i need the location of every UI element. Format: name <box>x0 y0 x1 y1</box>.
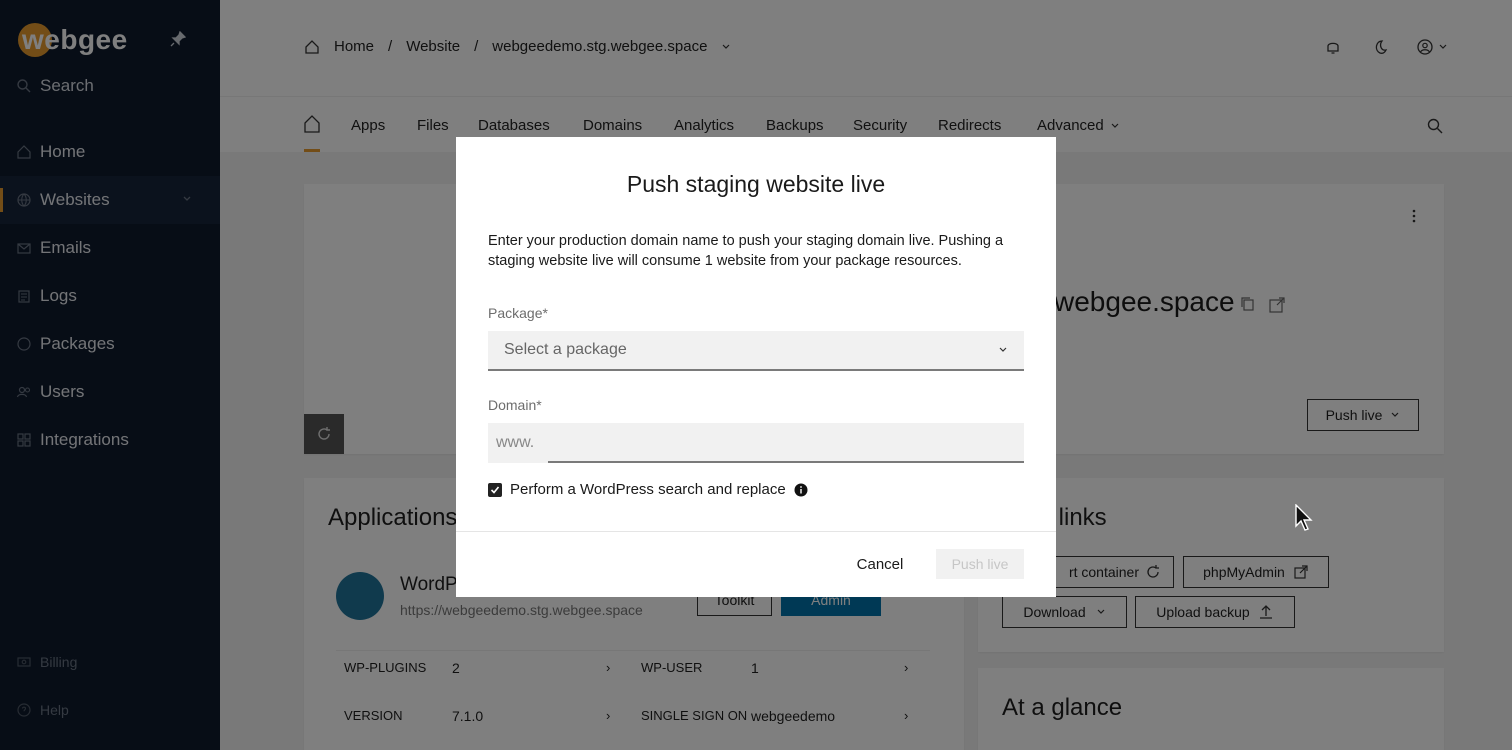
push-live-button[interactable]: Push live <box>936 549 1024 579</box>
domain-label: Domain* <box>488 397 542 413</box>
search-replace-checkbox[interactable] <box>488 482 502 497</box>
modal-title: Push staging website live <box>626 171 886 197</box>
package-label: Package* <box>488 305 548 321</box>
mouse-cursor-icon <box>1295 504 1313 531</box>
chevron-down-icon <box>999 347 1007 352</box>
modal-description: Enter your production domain name to pus… <box>488 233 1004 269</box>
domain-input[interactable] <box>548 423 1024 463</box>
package-select-value: Select a package <box>504 341 627 358</box>
modal-footer-divider <box>456 531 1056 532</box>
cancel-button[interactable]: Cancel <box>848 549 912 579</box>
domain-field: www. <box>488 423 1024 463</box>
push-live-modal: Push staging website live Enter your pro… <box>456 137 1056 597</box>
domain-prefix: www. <box>496 434 535 451</box>
search-replace-label[interactable]: Perform a WordPress search and replace <box>510 481 786 498</box>
check-icon <box>490 485 500 494</box>
search-replace-option: Perform a WordPress search and replace <box>488 481 808 498</box>
package-select[interactable]: Select a package <box>488 331 1024 371</box>
info-icon[interactable] <box>794 483 808 497</box>
